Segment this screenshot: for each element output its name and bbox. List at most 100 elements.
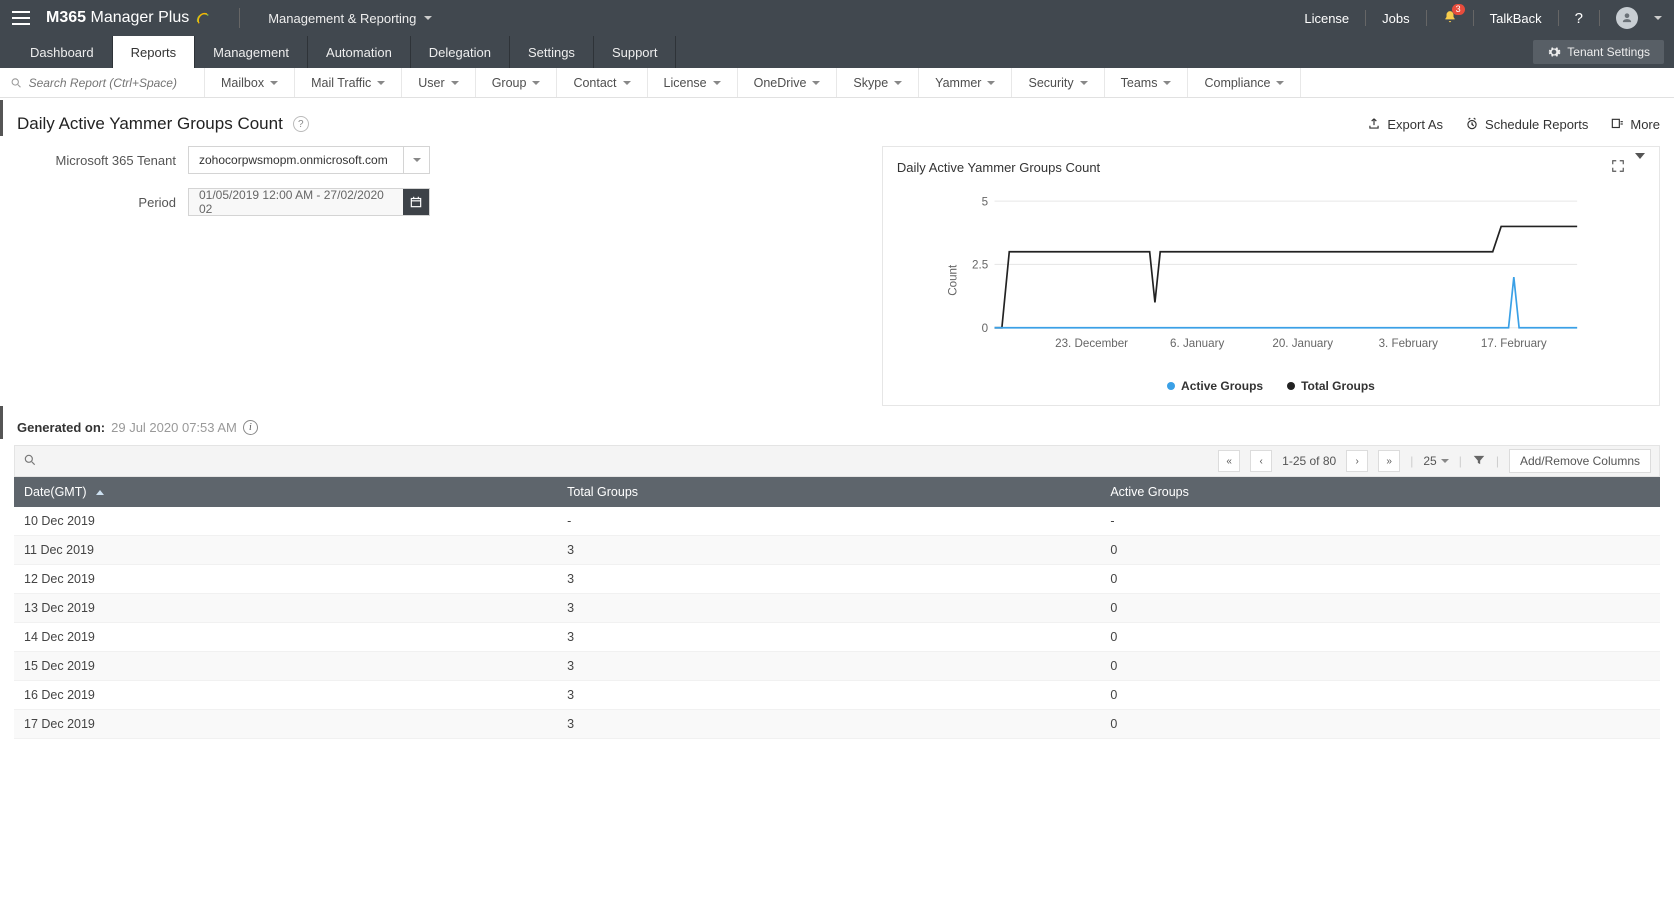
first-page-button[interactable]: « [1218, 450, 1240, 472]
top-header: M365 Manager Plus Management & Reporting… [0, 0, 1674, 36]
filter-group[interactable]: Group [476, 68, 558, 97]
generated-label: Generated on: [17, 420, 105, 435]
tab-dashboard[interactable]: Dashboard [12, 36, 113, 68]
section-label: Management & Reporting [268, 11, 416, 26]
chevron-down-icon [713, 81, 721, 85]
last-page-button[interactable]: » [1378, 450, 1400, 472]
chevron-down-icon [987, 81, 995, 85]
page-range: 1-25 of 80 [1282, 454, 1336, 468]
export-as-button[interactable]: Export As [1367, 117, 1443, 132]
tab-settings[interactable]: Settings [510, 36, 594, 68]
table-search-button[interactable] [23, 453, 37, 470]
license-link[interactable]: License [1304, 11, 1349, 26]
period-picker[interactable]: 01/05/2019 12:00 AM - 27/02/2020 02 [188, 188, 430, 216]
chevron-down-icon [413, 158, 421, 162]
prev-page-button[interactable]: ‹ [1250, 450, 1272, 472]
search-icon [10, 76, 23, 90]
help-icon[interactable]: ? [293, 116, 309, 132]
series-total-groups [994, 226, 1577, 327]
filter-button[interactable] [1472, 453, 1486, 470]
chart-canvas: Count 5 2.5 0 23. December 6. January 20… [897, 180, 1645, 370]
user-avatar[interactable] [1616, 7, 1638, 29]
chevron-down-icon [812, 81, 820, 85]
chevron-down-icon [532, 81, 540, 85]
y-axis-label: Count [946, 264, 959, 296]
table-row[interactable]: 14 Dec 201930 [14, 623, 1660, 652]
filter-yammer[interactable]: Yammer [919, 68, 1012, 97]
filter-onedrive[interactable]: OneDrive [738, 68, 838, 97]
svg-text:0: 0 [982, 322, 988, 335]
legend-total-groups[interactable]: Total Groups [1287, 379, 1375, 393]
table-toolbar: « ‹ 1-25 of 80 › » | 25 | | Add/Remove C… [14, 445, 1660, 477]
section-dropdown[interactable]: Management & Reporting [268, 11, 432, 26]
search-report-input[interactable] [29, 76, 194, 90]
tenant-settings-label: Tenant Settings [1567, 45, 1650, 59]
report-table: Date(GMT) Total Groups Active Groups 10 … [14, 477, 1660, 739]
tab-delegation[interactable]: Delegation [411, 36, 510, 68]
table-row[interactable]: 17 Dec 201930 [14, 710, 1660, 739]
expand-chart-button[interactable] [1611, 159, 1625, 176]
hamburger-menu-icon[interactable] [12, 11, 30, 25]
filter-mailbox[interactable]: Mailbox [205, 68, 295, 97]
filter-teams[interactable]: Teams [1105, 68, 1189, 97]
page-size-selector[interactable]: 25 [1423, 454, 1448, 468]
main-tabs-bar: Dashboard Reports Management Automation … [0, 36, 1674, 68]
next-page-button[interactable]: › [1346, 450, 1368, 472]
help-icon[interactable]: ? [1575, 10, 1583, 27]
tenant-label: Microsoft 365 Tenant [14, 153, 176, 168]
col-active-groups[interactable]: Active Groups [1100, 477, 1660, 507]
table-row[interactable]: 11 Dec 201930 [14, 536, 1660, 565]
schedule-reports-button[interactable]: Schedule Reports [1465, 117, 1588, 132]
filter-skype[interactable]: Skype [837, 68, 919, 97]
filter-bar: MailboxMail TrafficUserGroupContactLicen… [0, 68, 1674, 98]
svg-text:2.5: 2.5 [972, 259, 988, 272]
tab-management[interactable]: Management [195, 36, 308, 68]
tab-support[interactable]: Support [594, 36, 677, 68]
table-row[interactable]: 12 Dec 201930 [14, 565, 1660, 594]
user-icon [1620, 11, 1634, 25]
info-icon[interactable]: i [243, 420, 258, 435]
tab-automation[interactable]: Automation [308, 36, 411, 68]
filter-mail-traffic[interactable]: Mail Traffic [295, 68, 402, 97]
chevron-down-icon [1635, 153, 1645, 174]
filter-user[interactable]: User [402, 68, 475, 97]
filter-contact[interactable]: Contact [557, 68, 647, 97]
chevron-down-icon [894, 81, 902, 85]
notifications-button[interactable]: 3 [1443, 10, 1457, 27]
talkback-link[interactable]: TalkBack [1490, 11, 1542, 26]
legend-active-groups[interactable]: Active Groups [1167, 379, 1263, 393]
chevron-down-icon [1163, 81, 1171, 85]
chart-menu-button[interactable] [1635, 159, 1645, 176]
jobs-link[interactable]: Jobs [1382, 11, 1409, 26]
filter-security[interactable]: Security [1012, 68, 1104, 97]
dot-icon [1287, 382, 1295, 390]
tenant-settings-button[interactable]: Tenant Settings [1533, 40, 1664, 64]
chart-legend: Active Groups Total Groups [897, 379, 1645, 393]
tenant-select[interactable]: zohocorpwsmopm.onmicrosoft.com [188, 146, 430, 174]
expand-icon [1611, 159, 1625, 173]
chevron-down-icon [1276, 81, 1284, 85]
table-row[interactable]: 10 Dec 2019-- [14, 507, 1660, 536]
chevron-down-icon[interactable] [1654, 16, 1662, 20]
tenant-dropdown-button[interactable] [403, 147, 429, 173]
chevron-down-icon [270, 81, 278, 85]
col-total-groups[interactable]: Total Groups [557, 477, 1100, 507]
tab-reports[interactable]: Reports [113, 36, 196, 68]
chart-title: Daily Active Yammer Groups Count [897, 160, 1100, 175]
svg-text:23. December: 23. December [1055, 337, 1128, 350]
table-row[interactable]: 13 Dec 201930 [14, 594, 1660, 623]
generated-on-row: Generated on: 29 Jul 2020 07:53 AM i [0, 406, 1674, 439]
calendar-button[interactable] [403, 189, 429, 215]
chevron-down-icon [377, 81, 385, 85]
table-row[interactable]: 15 Dec 201930 [14, 652, 1660, 681]
filter-license[interactable]: License [648, 68, 738, 97]
table-row[interactable]: 16 Dec 201930 [14, 681, 1660, 710]
add-remove-columns-button[interactable]: Add/Remove Columns [1509, 449, 1651, 473]
chart-panel: Daily Active Yammer Groups Count Count 5… [882, 146, 1660, 406]
col-date[interactable]: Date(GMT) [14, 477, 557, 507]
more-button[interactable]: More [1610, 117, 1660, 132]
clock-icon [1465, 117, 1479, 131]
funnel-icon [1472, 453, 1486, 467]
filter-compliance[interactable]: Compliance [1188, 68, 1301, 97]
svg-text:5: 5 [982, 195, 988, 208]
